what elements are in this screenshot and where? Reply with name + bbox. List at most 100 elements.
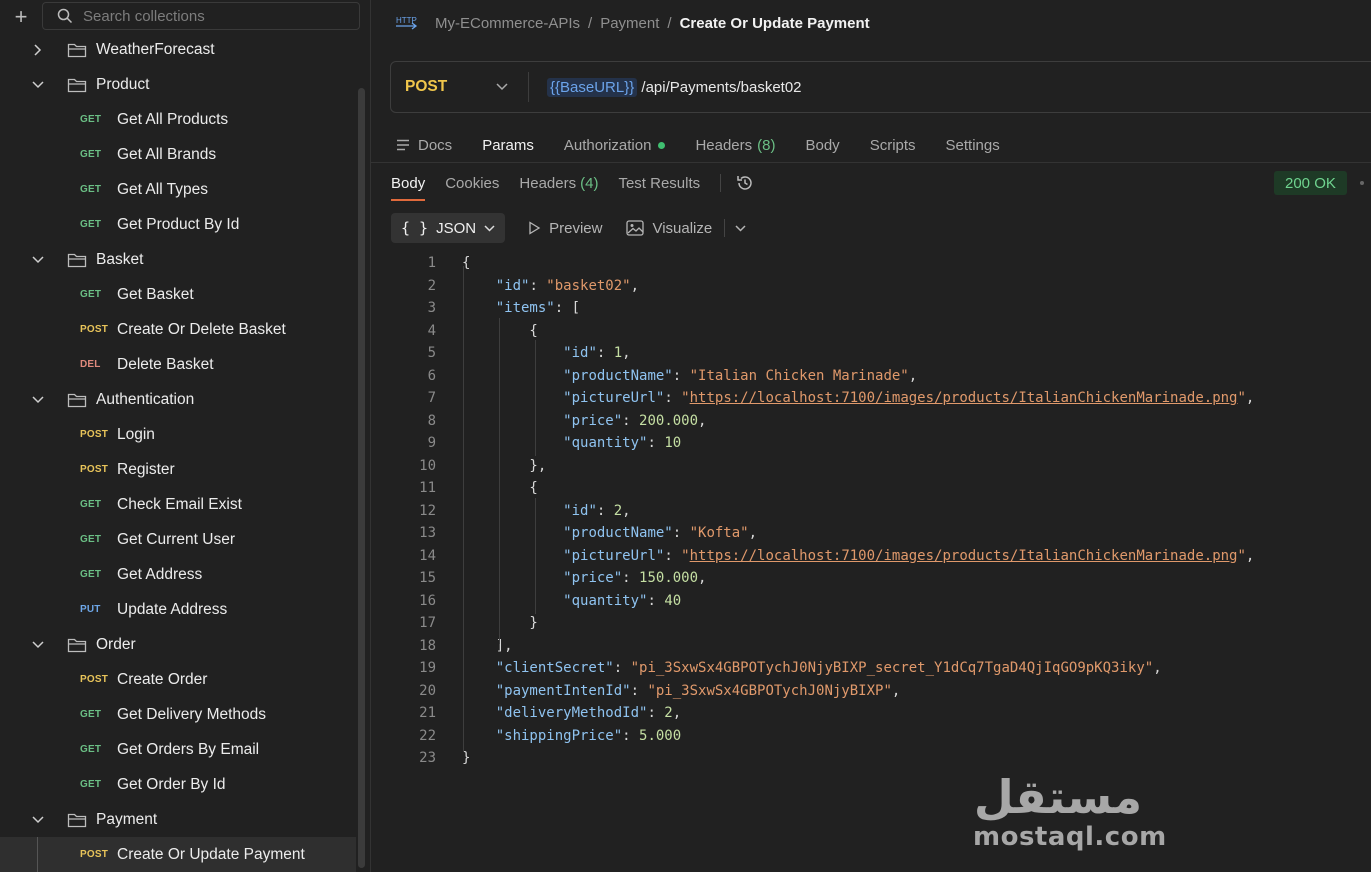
- folder-label: Order: [96, 635, 136, 653]
- history-icon[interactable]: [735, 173, 755, 193]
- code-link[interactable]: https://localhost:7100/images/products/I…: [690, 390, 1238, 406]
- request-item[interactable]: GET Get All Brands: [0, 137, 356, 172]
- more-dot-icon[interactable]: [1360, 181, 1364, 185]
- url-variable[interactable]: {{BaseURL}}: [547, 77, 638, 97]
- tab-params[interactable]: Params: [482, 137, 534, 154]
- visualize-button[interactable]: Visualize: [626, 220, 712, 237]
- code-token: ,: [622, 345, 631, 362]
- chevron-down-icon[interactable]: [31, 640, 45, 649]
- code-token: ,: [622, 502, 631, 519]
- chevron-right-icon[interactable]: [31, 43, 45, 56]
- request-item[interactable]: GET Check Email Exist: [0, 487, 356, 522]
- folder-basket[interactable]: Basket: [0, 242, 356, 277]
- folder-authentication[interactable]: Authentication: [0, 382, 356, 417]
- breadcrumb-collection[interactable]: My-ECommerce-APIs: [435, 15, 580, 32]
- code-link[interactable]: https://localhost:7100/images/products/I…: [690, 548, 1238, 564]
- request-item[interactable]: POST Create Order: [0, 662, 356, 697]
- code-text: "paymentIntenId": "pi_3SxwSx4GBPOTychJ0N…: [462, 683, 901, 699]
- request-item[interactable]: POST Create Or Delete Basket: [0, 312, 356, 347]
- breadcrumb-current-request[interactable]: Create Or Update Payment: [680, 15, 870, 32]
- line-number: 18: [419, 637, 436, 654]
- tab-headers[interactable]: Headers (8): [695, 137, 775, 154]
- folder-order[interactable]: Order: [0, 627, 356, 662]
- code-token: ,: [630, 277, 640, 294]
- search-collections-input[interactable]: Search collections: [42, 2, 360, 30]
- response-tab-test-results[interactable]: Test Results: [618, 175, 700, 192]
- code-text: "quantity": 10: [462, 435, 681, 451]
- request-item[interactable]: GET Get All Products: [0, 102, 356, 137]
- folder-icon: [67, 252, 87, 268]
- code-line: 3 "items": [: [391, 297, 1254, 320]
- line-number: 2: [427, 277, 436, 294]
- method-badge: GET: [80, 149, 102, 160]
- tab-scripts[interactable]: Scripts: [870, 137, 916, 154]
- code-token: "deliveryMethodId": [495, 705, 648, 722]
- chevron-down-icon[interactable]: [31, 80, 45, 89]
- request-item[interactable]: GET Get Product By Id: [0, 207, 356, 242]
- method-badge: GET: [80, 219, 102, 230]
- line-number: 12: [419, 502, 436, 519]
- code-line: 20 "paymentIntenId": "pi_3SxwSx4GBPOTych…: [391, 680, 1254, 703]
- code-token: : [: [554, 300, 581, 317]
- sidebar-scrollbar[interactable]: [358, 88, 365, 868]
- request-label: Get Order By Id: [117, 775, 226, 793]
- request-label: Login: [117, 425, 155, 443]
- line-number: 20: [419, 682, 436, 699]
- status-badge[interactable]: 200 OK: [1274, 171, 1347, 195]
- request-label: Get All Products: [117, 110, 229, 128]
- folder-payment[interactable]: Payment: [0, 802, 356, 837]
- line-number: 13: [419, 525, 436, 542]
- tab-authorization[interactable]: Authorization: [564, 137, 666, 154]
- request-item[interactable]: GET Get Address: [0, 557, 356, 592]
- breadcrumb-folder[interactable]: Payment: [600, 15, 659, 32]
- code-text: "items": [: [462, 300, 580, 316]
- folder-label: Basket: [96, 250, 144, 268]
- method-select[interactable]: POST: [391, 72, 529, 102]
- request-item[interactable]: POST Login: [0, 417, 356, 452]
- new-collection-plus-icon[interactable]: +: [0, 0, 42, 34]
- code-token: :: [647, 592, 665, 609]
- response-tab-cookies[interactable]: Cookies: [445, 175, 499, 192]
- code-line: 22 "shippingPrice": 5.000: [391, 725, 1254, 748]
- request-item[interactable]: GET Get Orders By Email: [0, 732, 356, 767]
- request-item[interactable]: POST Create Or Update Payment: [0, 837, 356, 872]
- response-body-code[interactable]: 1{2 "id": "basket02", 3 "items": [4 {5 "i…: [391, 252, 1254, 770]
- folder-weatherforecast[interactable]: WeatherForecast: [0, 32, 356, 67]
- chevron-down-icon: [496, 83, 508, 91]
- pane-divider[interactable]: [371, 162, 1371, 163]
- code-token: 1: [613, 345, 623, 362]
- request-item[interactable]: GET Get All Types: [0, 172, 356, 207]
- response-tab-body[interactable]: Body: [391, 175, 426, 201]
- collection-tree: WeatherForecast Product GET Get All Product…: [0, 32, 356, 872]
- request-item[interactable]: GET Get Order By Id: [0, 767, 356, 802]
- request-item[interactable]: GET Get Delivery Methods: [0, 697, 356, 732]
- chevron-down-icon[interactable]: [31, 255, 45, 264]
- preview-button[interactable]: Preview: [527, 220, 602, 237]
- request-item[interactable]: GET Get Basket: [0, 277, 356, 312]
- code-line: 8 "price": 200.000,: [391, 410, 1254, 433]
- chevron-down-icon[interactable]: [31, 395, 45, 404]
- code-text: "pictureUrl": "https://localhost:7100/im…: [462, 390, 1254, 406]
- chevron-down-icon[interactable]: [31, 815, 45, 824]
- format-select[interactable]: { } JSON: [391, 213, 506, 243]
- request-label: Get Product By Id: [117, 215, 240, 233]
- tab-body[interactable]: Body: [805, 137, 839, 154]
- folder-product[interactable]: Product: [0, 67, 356, 102]
- request-item[interactable]: GET Get Current User: [0, 522, 356, 557]
- request-item[interactable]: POST Register: [0, 452, 356, 487]
- folder-label: WeatherForecast: [96, 40, 215, 58]
- request-item[interactable]: PUT Update Address: [0, 592, 356, 627]
- visualize-chevron-down-icon[interactable]: [724, 219, 746, 237]
- url-input[interactable]: {{BaseURL}} /api/Payments/basket02: [529, 77, 802, 97]
- tab-settings[interactable]: Settings: [946, 137, 1000, 154]
- response-tab-headers[interactable]: Headers (4): [519, 175, 598, 192]
- tab-docs[interactable]: Docs: [396, 137, 452, 154]
- code-token: "Italian Chicken Marinade": [689, 367, 909, 384]
- request-item[interactable]: DEL Delete Basket: [0, 347, 356, 382]
- method-badge: POST: [80, 674, 109, 685]
- http-request-icon: HTTP: [395, 14, 419, 32]
- method-badge: GET: [80, 779, 102, 790]
